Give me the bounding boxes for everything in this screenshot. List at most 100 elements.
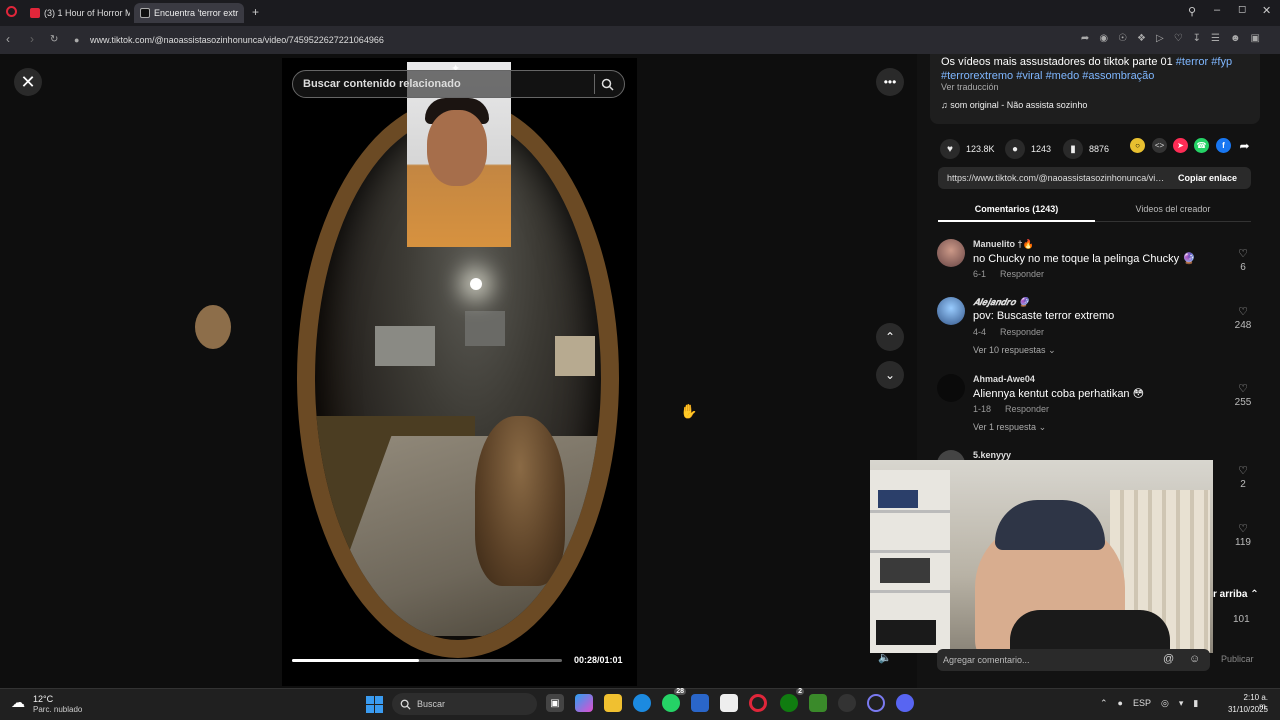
coin-icon[interactable]: ○ [1130, 138, 1145, 153]
opera-taskbar-icon[interactable] [749, 694, 767, 712]
minimize-icon[interactable]: – [1214, 4, 1220, 16]
task-view-icon[interactable]: ▣ [546, 694, 564, 712]
save-stat[interactable]: ▮ 8876 [1063, 139, 1109, 159]
profile-icon[interactable]: ☻ [1230, 33, 1241, 44]
hashtag[interactable]: #viral [1016, 70, 1042, 82]
share-arrow-icon[interactable]: ➦ [1237, 138, 1252, 153]
reply-button[interactable]: Responder [1005, 404, 1049, 414]
reload-icon[interactable]: ↻ [50, 34, 58, 45]
hashtag[interactable]: #terror [1176, 56, 1208, 68]
opera-logo-icon[interactable] [6, 6, 17, 17]
taskbar-search[interactable]: Buscar [392, 693, 537, 715]
facebook-icon[interactable]: f [1216, 138, 1231, 153]
avatar[interactable] [937, 239, 965, 267]
app-icon[interactable] [838, 694, 856, 712]
comment-like-button[interactable]: ♡ 248 [1229, 305, 1257, 331]
file-explorer-icon[interactable] [604, 694, 622, 712]
download-icon[interactable]: ↧ [1193, 33, 1201, 44]
menu-icon[interactable]: ☰ [1211, 33, 1220, 44]
hand-cursor-icon: ✋ [680, 403, 698, 419]
notepad-icon[interactable] [720, 694, 738, 712]
comment-username[interactable]: Ahmad-Awe04 [973, 374, 1035, 384]
tab-creator-videos[interactable]: Videos del creador [1095, 204, 1251, 214]
comment-username[interactable]: 𝑨𝒍𝒆𝒋𝒂𝒏𝒅𝒓𝒐 🔮 [973, 297, 1029, 308]
chevron-up-icon[interactable]: ⌃ [1100, 698, 1108, 709]
new-tab-icon[interactable]: + [252, 5, 259, 19]
emoji-icon[interactable]: ☺ [1189, 653, 1200, 665]
related-search-input[interactable] [303, 78, 594, 90]
mention-icon[interactable]: @ [1163, 653, 1174, 665]
microphone-icon[interactable]: ● [1118, 698, 1123, 709]
close-window-icon[interactable]: ✕ [1262, 4, 1271, 17]
share-link-url[interactable]: https://www.tiktok.com/@naoassistasozinh… [938, 173, 1168, 183]
close-video-button[interactable]: ✕ [14, 68, 42, 96]
comment-username[interactable]: 5.kenyyy [973, 450, 1011, 460]
view-replies-link[interactable]: Ver 10 respuestas ⌄ [973, 345, 1056, 356]
forward-icon[interactable]: › [30, 32, 34, 46]
avatar[interactable] [937, 297, 965, 325]
play-icon[interactable]: ▷ [1156, 33, 1164, 44]
discord-icon[interactable] [896, 694, 914, 712]
tab-comments[interactable]: Comentarios (1243) [938, 204, 1095, 222]
minecraft-icon[interactable] [809, 694, 827, 712]
wifi-icon[interactable]: ◎ [1161, 698, 1169, 709]
next-video-button[interactable]: ⌄ [876, 361, 904, 389]
heart-icon[interactable]: ♡ [1174, 33, 1183, 44]
sidebar-icon[interactable]: ▣ [1251, 33, 1260, 44]
comment-stat[interactable]: ● 1243 [1005, 139, 1051, 159]
view-replies-link[interactable]: Ver 1 respuesta ⌄ [973, 422, 1046, 433]
clock-date[interactable]: 31/10/2025 [1224, 705, 1268, 714]
comment-like-button[interactable]: ♡ 2 [1229, 464, 1257, 490]
like-stat[interactable]: ♥ 123.8K [940, 139, 995, 159]
previous-video-button[interactable]: ⌃ [876, 323, 904, 351]
comment-like-button[interactable]: ♡ 255 [1229, 382, 1257, 408]
back-to-top-button[interactable]: r arriba ⌃ [1213, 589, 1270, 607]
share-link-box: https://www.tiktok.com/@naoassistasozinh… [938, 167, 1251, 189]
app-icon[interactable] [867, 694, 885, 712]
weather-cloud-icon[interactable]: ☁ [11, 694, 31, 712]
video-progress-bar[interactable] [292, 659, 562, 662]
more-options-button[interactable]: ••• [876, 68, 904, 96]
search-icon[interactable] [594, 74, 614, 94]
tab-tiktok[interactable]: Encuentra 'terror extr [134, 3, 244, 23]
weather-description[interactable]: Parc. nublado [33, 705, 82, 714]
hashtag[interactable]: #medo [1046, 70, 1080, 82]
start-button[interactable] [366, 696, 383, 713]
maximize-icon[interactable]: ◻ [1238, 4, 1246, 15]
language-indicator[interactable]: ESP [1133, 698, 1151, 709]
hashtag[interactable]: #fyp [1211, 56, 1232, 68]
url-field[interactable]: www.tiktok.com/@naoassistasozinhonunca/v… [90, 35, 384, 45]
tab-horror-music[interactable]: (3) 1 Hour of Horror Musi [24, 3, 130, 23]
search-tabs-icon[interactable]: ⚲ [1188, 5, 1196, 18]
xbox-icon[interactable]: 2 [780, 688, 804, 712]
camera-icon[interactable]: ◉ [1099, 33, 1108, 44]
related-search-bar[interactable] [292, 70, 625, 98]
send-icon[interactable]: ➦ [1081, 33, 1089, 44]
comment-like-button[interactable]: ♡ 119 [1229, 522, 1257, 548]
whatsapp-taskbar-icon[interactable]: 28 [662, 688, 686, 712]
avatar[interactable] [937, 374, 965, 402]
comment-like-button[interactable]: ♡ 6 [1229, 247, 1257, 273]
embed-icon[interactable]: <> [1152, 138, 1167, 153]
shield-icon[interactable]: ☉ [1118, 33, 1127, 44]
publish-button[interactable]: Publicar [1221, 654, 1254, 664]
weather-temperature[interactable]: 12°C [33, 694, 53, 704]
sound-info[interactable]: ♫ som original - Não assista sozinho [941, 100, 1087, 110]
send-to-friend-icon[interactable]: ➤ [1173, 138, 1188, 153]
extensions-icon[interactable]: ❖ [1137, 33, 1146, 44]
copy-link-button[interactable]: Copiar enlace [1168, 173, 1237, 183]
comment-username[interactable]: Manuelito †🔥 [973, 239, 1034, 250]
edge-icon[interactable] [633, 694, 651, 712]
whatsapp-icon[interactable]: ☎ [1194, 138, 1209, 153]
volume-icon[interactable]: 🔈 [878, 651, 898, 669]
reply-button[interactable]: Responder [1000, 327, 1044, 337]
copilot-icon[interactable] [575, 694, 593, 712]
hashtag[interactable]: #terrorextremo [941, 70, 1013, 82]
hashtag[interactable]: #assombração [1082, 70, 1154, 82]
see-translation-link[interactable]: Ver traducción [941, 82, 999, 92]
reply-button[interactable]: Responder [1000, 269, 1044, 279]
speaker-icon[interactable]: ▾ [1179, 698, 1184, 709]
battery-icon[interactable]: ▮ [1193, 698, 1198, 709]
back-icon[interactable]: ‹ [6, 32, 10, 46]
store-icon[interactable] [691, 694, 709, 712]
